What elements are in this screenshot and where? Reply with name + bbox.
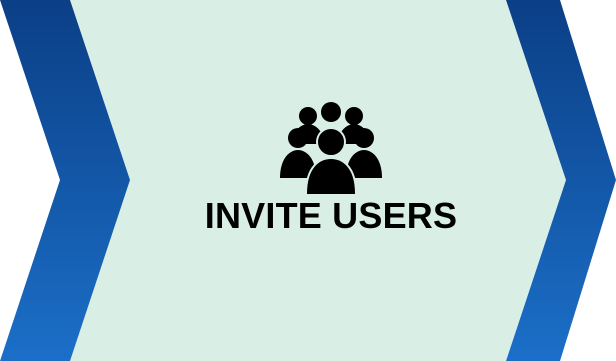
users-group-icon (280, 102, 382, 195)
step-content: INVITE USERS (0, 0, 616, 361)
process-step: INVITE USERS (0, 0, 616, 361)
step-label: INVITE USERS (204, 195, 458, 236)
